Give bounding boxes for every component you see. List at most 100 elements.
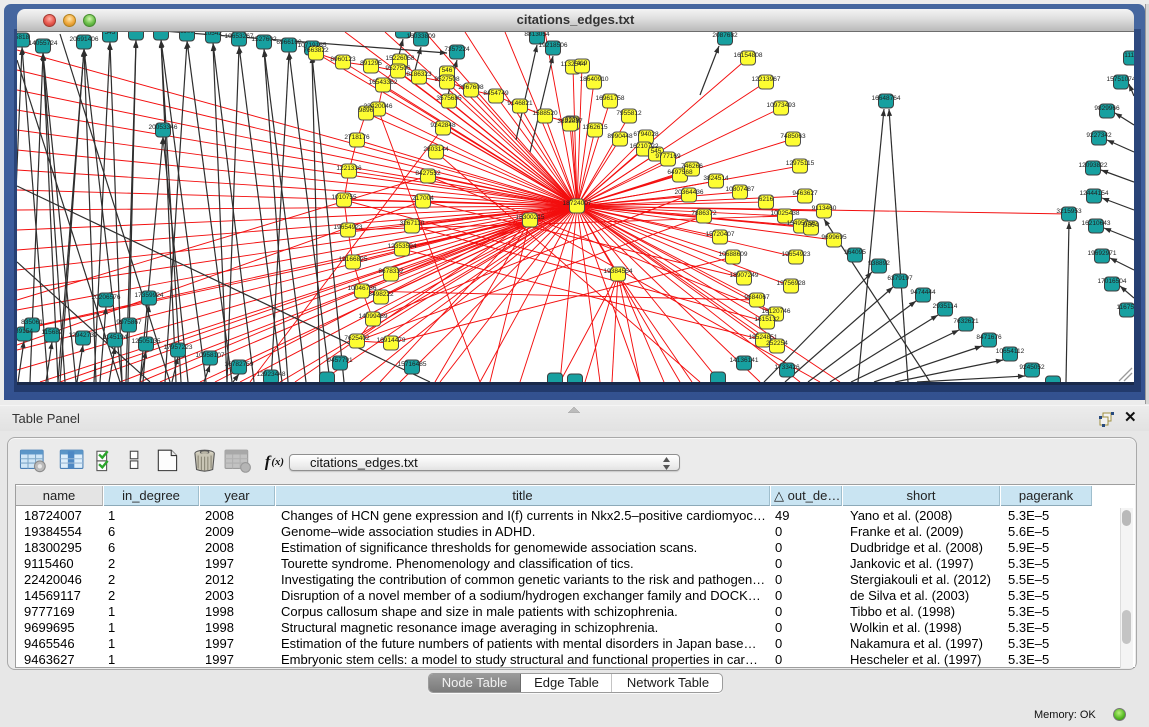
svg-text:891295: 891295 (360, 60, 382, 67)
svg-text:10025438: 10025438 (771, 210, 800, 217)
svg-text:835061: 835061 (21, 319, 43, 326)
svg-text:14055724: 14055724 (29, 40, 58, 47)
svg-text:20058: 20058 (152, 32, 170, 34)
svg-text:8678332: 8678332 (378, 268, 404, 275)
svg-text:16210643: 16210643 (1082, 220, 1111, 227)
svg-text:20691406: 20691406 (70, 36, 99, 43)
svg-text:8960123: 8960123 (330, 56, 356, 63)
svg-text:20053346: 20053346 (149, 124, 178, 131)
svg-text:12923448: 12923448 (257, 371, 286, 378)
svg-text:14136141: 14136141 (730, 357, 759, 364)
svg-text:9457791: 9457791 (327, 357, 353, 364)
svg-text:12213967: 12213967 (752, 76, 781, 83)
svg-text:9975867: 9975867 (116, 319, 142, 326)
svg-text:19218506: 19218506 (539, 42, 568, 49)
svg-text:6794028: 6794028 (633, 131, 659, 138)
svg-text:938892: 938892 (868, 260, 890, 267)
svg-text:8471676: 8471676 (976, 334, 1002, 341)
svg-text:12444154: 12444154 (1080, 190, 1109, 197)
svg-text:9896: 9896 (359, 107, 374, 114)
svg-text:543: 543 (105, 32, 116, 36)
svg-text:16543362: 16543362 (369, 79, 398, 86)
svg-text:19654923: 19654923 (782, 251, 811, 258)
svg-text:3824514: 3824514 (703, 175, 729, 182)
svg-text:9699695: 9699695 (821, 234, 847, 241)
svg-text:16154808: 16154808 (734, 52, 763, 59)
svg-text:217004: 217004 (412, 195, 434, 202)
svg-text:8454749: 8454749 (483, 90, 509, 97)
svg-text:7625402: 7625402 (344, 335, 370, 342)
svg-text:12093822: 12093822 (1079, 162, 1108, 169)
svg-text:1733426: 1733426 (774, 364, 800, 371)
svg-text:20364436: 20364436 (675, 189, 704, 196)
svg-text:9829966: 9829966 (1094, 105, 1120, 112)
svg-text:18640910: 18640910 (580, 76, 609, 83)
svg-text:9120: 9120 (129, 32, 144, 34)
svg-text:2087682: 2087682 (712, 32, 738, 39)
svg-text:1112: 1112 (1124, 52, 1134, 59)
svg-text:1588520: 1588520 (532, 110, 558, 117)
svg-text:116753: 116753 (1116, 304, 1134, 311)
svg-text:15716485: 15716485 (398, 361, 427, 368)
svg-text:10653267: 10653267 (225, 33, 254, 40)
svg-text:9113460: 9113460 (812, 205, 837, 212)
svg-text:1615132: 1615132 (754, 316, 780, 323)
svg-text:17016504: 17016504 (1098, 278, 1127, 285)
svg-text:10542: 10542 (204, 32, 222, 37)
svg-text:9684067: 9684067 (744, 294, 770, 301)
svg-text:1362615: 1362615 (582, 124, 608, 131)
svg-text:15751074: 15751074 (1107, 76, 1134, 83)
svg-text:12942737: 12942737 (69, 332, 98, 339)
svg-text:15720407: 15720407 (706, 231, 735, 238)
svg-text:9777169: 9777169 (655, 153, 681, 160)
svg-text:9463627: 9463627 (792, 190, 818, 197)
svg-text:7357224: 7357224 (444, 46, 470, 53)
svg-text:10973493: 10973493 (767, 102, 796, 109)
svg-text:1145194: 1145194 (103, 334, 128, 341)
svg-text:10958107: 10958107 (196, 352, 225, 359)
svg-text:2967608: 2967608 (458, 84, 484, 91)
svg-text:546: 546 (442, 67, 453, 74)
svg-text:12505135: 12505135 (132, 338, 161, 345)
svg-text:20206576: 20206576 (92, 294, 121, 301)
svg-text:12353594: 12353594 (388, 243, 417, 250)
svg-text:2935114: 2935114 (933, 303, 958, 310)
svg-text:39154: 39154 (17, 328, 33, 335)
svg-text:6379197: 6379197 (887, 275, 913, 282)
svg-text:3822037: 3822037 (557, 118, 583, 125)
svg-text:9245052: 9245052 (1019, 364, 1045, 371)
svg-text:7886372: 7886372 (691, 210, 717, 217)
svg-text:9474444: 9474444 (910, 289, 936, 296)
svg-text:2803144: 2803144 (423, 146, 449, 153)
svg-text:17957223: 17957223 (164, 344, 193, 351)
svg-text:9227342: 9227342 (1086, 132, 1112, 139)
svg-text:115682: 115682 (41, 329, 63, 336)
svg-text:19692971: 19692971 (1088, 250, 1117, 257)
svg-text:18907249: 18907249 (730, 272, 759, 279)
svg-text:3575685: 3575685 (436, 95, 462, 102)
svg-text:10654112: 10654112 (996, 348, 1025, 355)
svg-text:16914479: 16914479 (377, 337, 406, 344)
svg-text:2718176: 2718176 (344, 134, 370, 141)
svg-text:19654923: 19654923 (334, 224, 363, 231)
svg-text:18300215: 18300215 (516, 214, 545, 221)
svg-text:9146821: 9146821 (507, 100, 533, 107)
svg-text:1527602: 1527602 (251, 36, 277, 43)
svg-text:16961758: 16961758 (596, 95, 625, 102)
svg-text:6497568: 6497568 (667, 169, 693, 176)
svg-text:16120746: 16120746 (762, 308, 791, 315)
svg-text:6216: 6216 (759, 196, 774, 203)
svg-text:16648764: 16648764 (872, 95, 901, 102)
svg-text:10807487: 10807487 (726, 186, 755, 193)
svg-text:9527508: 9527508 (434, 76, 460, 83)
svg-text:3267110: 3267110 (400, 220, 425, 227)
svg-text:7955812: 7955812 (616, 110, 642, 117)
svg-text:164095: 164095 (844, 249, 866, 256)
svg-text:7485063: 7485063 (780, 133, 806, 140)
svg-text:746266: 746266 (681, 163, 703, 170)
svg-text:16782759: 16782759 (225, 361, 254, 368)
svg-text:9242848: 9242848 (430, 122, 456, 129)
svg-text:8990448: 8990448 (607, 133, 633, 140)
svg-text:8813054: 8813054 (524, 32, 550, 38)
svg-text:19166825: 19166825 (339, 256, 368, 263)
